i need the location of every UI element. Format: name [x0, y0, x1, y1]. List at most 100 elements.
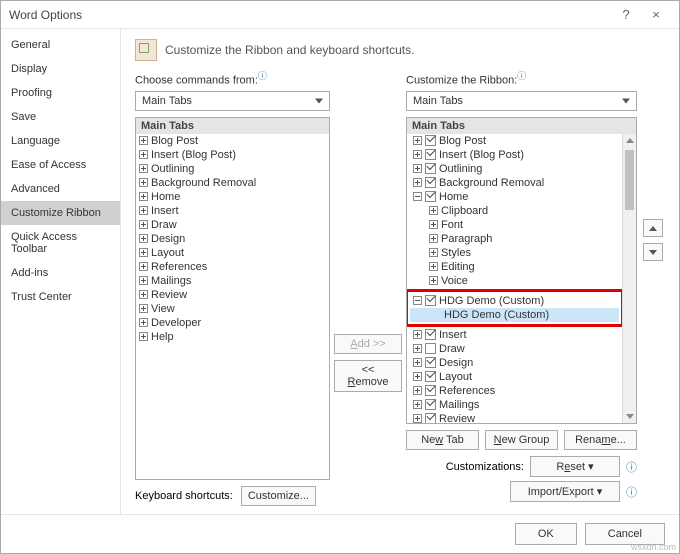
- sidebar-item-proofing[interactable]: Proofing: [1, 81, 120, 105]
- commands-listbox[interactable]: Main Tabs Blog PostInsert (Blog Post)Out…: [135, 117, 330, 480]
- sidebar-item-trust-center[interactable]: Trust Center: [1, 285, 120, 309]
- import-export-button[interactable]: Import/Export ▾: [510, 481, 620, 502]
- ribbon-item[interactable]: References: [407, 384, 622, 398]
- sidebar-item-display[interactable]: Display: [1, 57, 120, 81]
- command-item[interactable]: Draw: [136, 218, 329, 232]
- expand-icon[interactable]: [413, 400, 422, 409]
- scroll-down-icon[interactable]: [623, 409, 636, 423]
- sidebar-item-general[interactable]: General: [1, 33, 120, 57]
- command-item[interactable]: View: [136, 302, 329, 316]
- ribbon-item[interactable]: Insert (Blog Post): [407, 148, 622, 162]
- expand-icon[interactable]: [413, 344, 422, 353]
- command-item[interactable]: Design: [136, 232, 329, 246]
- ribbon-item[interactable]: Styles: [407, 246, 622, 260]
- expand-icon[interactable]: [413, 330, 422, 339]
- customize-keyboard-button[interactable]: Customize...: [241, 486, 316, 506]
- expand-icon[interactable]: [413, 150, 422, 159]
- choose-commands-dropdown[interactable]: Main Tabs: [135, 91, 330, 111]
- ribbon-item[interactable]: Background Removal: [407, 176, 622, 190]
- sidebar-item-language[interactable]: Language: [1, 129, 120, 153]
- sidebar-item-quick-access-toolbar[interactable]: Quick Access Toolbar: [1, 225, 120, 261]
- expand-icon[interactable]: [139, 136, 148, 145]
- command-item[interactable]: Outlining: [136, 162, 329, 176]
- ribbon-item[interactable]: Review: [407, 412, 622, 423]
- expand-icon[interactable]: [413, 164, 422, 173]
- checkbox[interactable]: [425, 371, 436, 382]
- command-item[interactable]: Layout: [136, 246, 329, 260]
- ribbon-item[interactable]: Voice: [407, 274, 622, 288]
- expand-icon[interactable]: [139, 304, 148, 313]
- expand-icon[interactable]: [413, 358, 422, 367]
- close-button[interactable]: ×: [641, 7, 671, 22]
- ribbon-item-selected[interactable]: HDG Demo (Custom): [410, 308, 619, 322]
- new-group-button[interactable]: New Group: [485, 430, 558, 450]
- ribbon-item[interactable]: Paragraph: [407, 232, 622, 246]
- expand-icon[interactable]: [413, 296, 422, 305]
- ribbon-item[interactable]: Home: [407, 190, 622, 204]
- expand-icon[interactable]: [413, 192, 422, 201]
- sidebar-item-customize-ribbon[interactable]: Customize Ribbon: [1, 201, 120, 225]
- checkbox[interactable]: [425, 329, 436, 340]
- expand-icon[interactable]: [429, 234, 438, 243]
- sidebar-item-save[interactable]: Save: [1, 105, 120, 129]
- command-item[interactable]: Help: [136, 330, 329, 344]
- expand-icon[interactable]: [429, 262, 438, 271]
- scrollbar[interactable]: [622, 134, 636, 423]
- ribbon-item[interactable]: Font: [407, 218, 622, 232]
- checkbox[interactable]: [425, 357, 436, 368]
- expand-icon[interactable]: [139, 192, 148, 201]
- expand-icon[interactable]: [139, 164, 148, 173]
- new-tab-button[interactable]: New Tab: [406, 430, 479, 450]
- command-item[interactable]: Review: [136, 288, 329, 302]
- expand-icon[interactable]: [139, 248, 148, 257]
- command-item[interactable]: Developer: [136, 316, 329, 330]
- customize-ribbon-dropdown[interactable]: Main Tabs: [406, 91, 637, 111]
- ribbon-item[interactable]: Blog Post: [407, 134, 622, 148]
- expand-icon[interactable]: [139, 234, 148, 243]
- expand-icon[interactable]: [413, 178, 422, 187]
- reset-button[interactable]: Reset ▾: [530, 456, 620, 477]
- expand-icon[interactable]: [429, 248, 438, 257]
- expand-icon[interactable]: [139, 332, 148, 341]
- expand-icon[interactable]: [139, 150, 148, 159]
- command-item[interactable]: Insert (Blog Post): [136, 148, 329, 162]
- expand-icon[interactable]: [139, 290, 148, 299]
- ribbon-item[interactable]: HDG Demo (Custom): [410, 294, 619, 308]
- checkbox[interactable]: [425, 163, 436, 174]
- checkbox[interactable]: [425, 295, 436, 306]
- expand-icon[interactable]: [139, 220, 148, 229]
- sidebar-item-advanced[interactable]: Advanced: [1, 177, 120, 201]
- checkbox[interactable]: [425, 149, 436, 160]
- checkbox[interactable]: [425, 413, 436, 423]
- command-item[interactable]: Home: [136, 190, 329, 204]
- ribbon-item[interactable]: Design: [407, 356, 622, 370]
- expand-icon[interactable]: [139, 206, 148, 215]
- ribbon-item[interactable]: Outlining: [407, 162, 622, 176]
- expand-icon[interactable]: [139, 276, 148, 285]
- expand-icon[interactable]: [139, 178, 148, 187]
- ribbon-treeview[interactable]: Main Tabs Blog PostInsert (Blog Post)Out…: [406, 117, 637, 424]
- expand-icon[interactable]: [139, 262, 148, 271]
- checkbox[interactable]: [425, 135, 436, 146]
- ribbon-item[interactable]: Draw: [407, 342, 622, 356]
- checkbox[interactable]: [425, 343, 436, 354]
- scrollbar-thumb[interactable]: [625, 150, 634, 210]
- command-item[interactable]: Mailings: [136, 274, 329, 288]
- ok-button[interactable]: OK: [515, 523, 577, 545]
- sidebar-item-ease-of-access[interactable]: Ease of Access: [1, 153, 120, 177]
- rename-button[interactable]: Rename...: [564, 430, 637, 450]
- move-up-button[interactable]: [643, 219, 663, 237]
- sidebar-item-add-ins[interactable]: Add-ins: [1, 261, 120, 285]
- scroll-up-icon[interactable]: [623, 134, 636, 148]
- ribbon-item[interactable]: Clipboard: [407, 204, 622, 218]
- expand-icon[interactable]: [429, 220, 438, 229]
- checkbox[interactable]: [425, 399, 436, 410]
- checkbox[interactable]: [425, 385, 436, 396]
- expand-icon[interactable]: [413, 414, 422, 423]
- move-down-button[interactable]: [643, 243, 663, 261]
- checkbox[interactable]: [425, 191, 436, 202]
- command-item[interactable]: Blog Post: [136, 134, 329, 148]
- ribbon-item[interactable]: Editing: [407, 260, 622, 274]
- ribbon-item[interactable]: Layout: [407, 370, 622, 384]
- add-button[interactable]: Add >>: [334, 334, 402, 354]
